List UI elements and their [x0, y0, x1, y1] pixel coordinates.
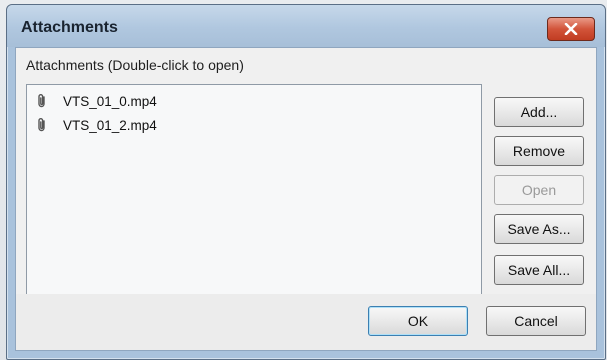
attachment-filename: VTS_01_0.mp4 — [63, 93, 157, 109]
dialog-client-area: Attachments (Double-click to open) VTS_0… — [15, 47, 597, 351]
list-item[interactable]: VTS_01_2.mp4 — [35, 115, 157, 135]
attachments-list-label: Attachments (Double-click to open) — [26, 57, 244, 73]
remove-button[interactable]: Remove — [494, 136, 584, 166]
paperclip-icon — [38, 94, 45, 108]
ok-button[interactable]: OK — [368, 306, 468, 336]
title-bar[interactable]: Attachments — [7, 5, 605, 47]
dialog-title: Attachments — [21, 19, 118, 36]
attachments-listbox[interactable]: VTS_01_0.mp4 VTS_01_2.mp4 — [26, 84, 482, 312]
paperclip-icon — [38, 118, 45, 132]
close-button[interactable] — [547, 17, 595, 41]
save-as-button[interactable]: Save As... — [494, 214, 584, 244]
close-icon — [564, 23, 578, 35]
open-button[interactable]: Open — [494, 175, 584, 205]
button-bar: OK Cancel — [16, 294, 596, 350]
attachment-filename: VTS_01_2.mp4 — [63, 117, 157, 133]
list-item[interactable]: VTS_01_0.mp4 — [35, 91, 157, 111]
add-button[interactable]: Add... — [494, 97, 584, 127]
cancel-button[interactable]: Cancel — [486, 306, 586, 336]
attachments-dialog: Attachments Attachments (Double-click to… — [6, 4, 606, 360]
save-all-button[interactable]: Save All... — [494, 255, 584, 285]
